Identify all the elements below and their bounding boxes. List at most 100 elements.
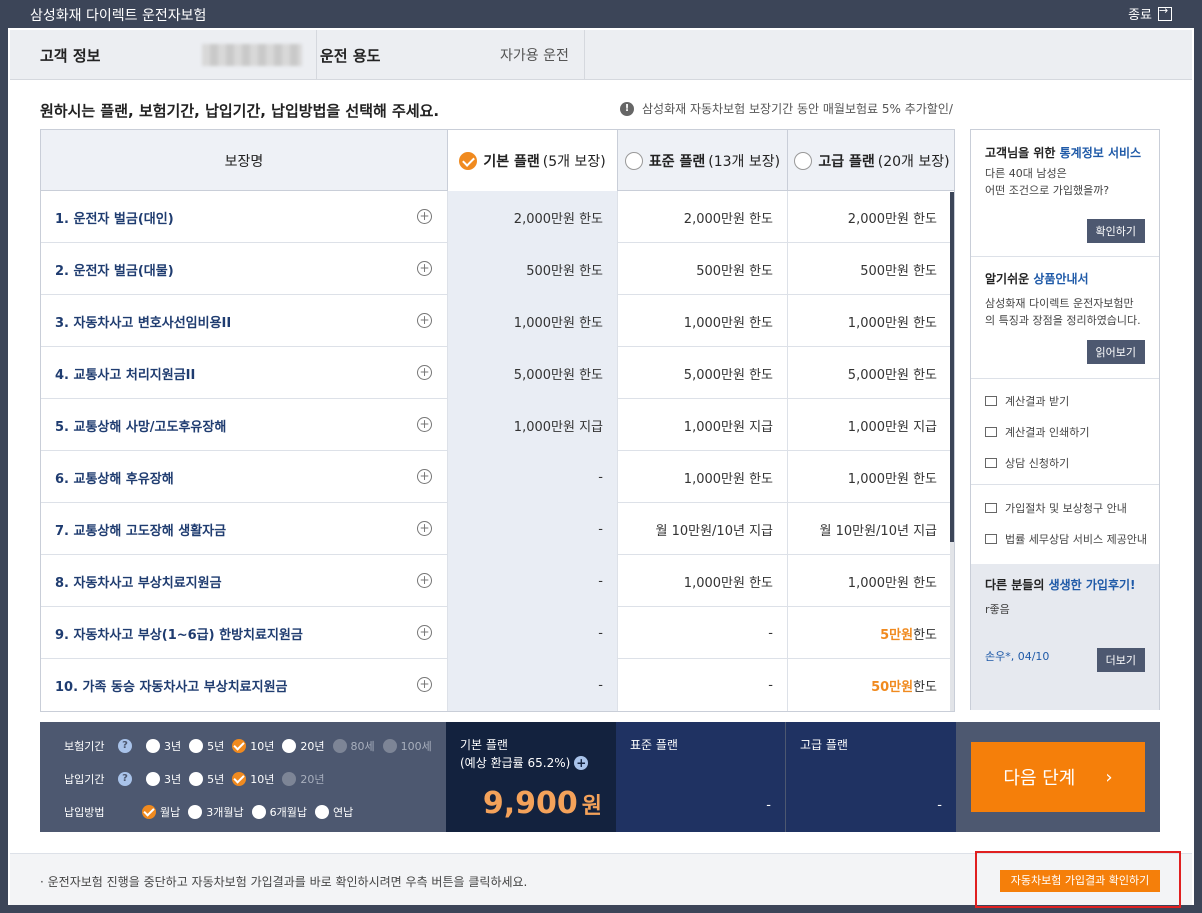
expand-plus-icon[interactable]: + [417,313,432,328]
table-row: 1. 운전자 벌금(대인) + 2,000만원 한도 2,000만원 한도 2,… [41,191,954,243]
standard-plan-summary[interactable]: 표준 플랜 - [616,722,786,832]
stats-text: 다른 40대 남성은 어떤 조건으로 가입했을까? [985,165,1145,199]
expand-plus-icon[interactable]: + [417,417,432,432]
scrollbar-thumb[interactable] [950,192,954,542]
plus-icon[interactable]: + [574,756,589,770]
link-label: 계산결과 받기 [1005,395,1070,408]
product-text-line: 의 특징과 장점을 정리하였습니다. [985,314,1141,327]
expand-plus-icon[interactable]: + [417,625,432,640]
coverage-name[interactable]: 3. 자동차사고 변호사선임비용II [41,295,447,347]
plan-standard-tab[interactable]: 표준 플랜 (13개 보장) [617,130,787,191]
radio-icon [794,151,813,170]
next-step-button[interactable]: 다음 단계 › [971,742,1145,812]
basic-value: - [447,451,617,503]
advanced-plan-summary[interactable]: 고급 플랜 - [786,722,956,832]
more-reviews-button[interactable]: 더보기 [1096,648,1145,672]
link-print-result[interactable]: 계산결과 인쇄하기 [985,424,1089,440]
coverage-name[interactable]: 6. 교통상해 후유장해 [41,451,447,503]
table-scrollbar[interactable] [950,192,954,711]
standard-value: 5,000만원 한도 [683,367,773,383]
radio-checked-icon[interactable] [142,805,156,819]
footer-text: · 운전자보험 진행을 중단하고 자동차보험 가입결과를 바로 확인하시려면 우… [40,875,528,889]
radio-icon[interactable] [189,739,204,753]
exit-icon [1158,4,1172,21]
option-text[interactable]: 연납 [333,804,353,820]
advanced-value: 1,000만원 지급 [847,419,937,435]
radio-icon [624,151,643,170]
advanced-plan-price: - [937,798,942,813]
link-consult-request[interactable]: 상담 신청하기 [985,455,1069,471]
help-icon[interactable]: ? [118,772,132,786]
option-label: 납입기간 [64,773,105,786]
basic-value: 1,000만원 한도 [447,295,617,347]
basic-plan-price: 9,900 원 [483,786,602,821]
summary-plan-label: 기본 플랜 (예상 환급률 65.2%) + [460,736,589,772]
radio-icon[interactable] [251,805,266,819]
standard-value: 1,000만원 지급 [683,419,773,435]
basic-plan-summary[interactable]: 기본 플랜 (예상 환급률 65.2%) + 9,900 원 [446,722,616,832]
window-title: 삼성화재 다이렉트 운전자보험 [30,8,207,24]
coverage-name[interactable]: 2. 운전자 벌금(대물) [41,243,447,295]
highlight-amount: 5만원 [880,627,914,643]
option-text[interactable]: 월납 [160,804,180,820]
expand-plus-icon[interactable]: + [417,677,432,692]
table-row: 6. 교통상해 후유장해 + - 1,000만원 한도 1,000만원 한도 [41,451,954,503]
radio-icon[interactable] [314,805,329,819]
option-text[interactable]: 5년 [207,738,224,754]
title-bar: 삼성화재 다이렉트 운전자보험 종료 [0,0,1202,28]
coverage-name[interactable]: 9. 자동차사고 부상(1~6급) 한방치료지원금 [41,607,447,659]
option-text[interactable]: 20년 [300,738,324,754]
basic-value: 2,000만원 한도 [447,191,617,243]
coverage-name[interactable]: 8. 자동차사고 부상치료지원금 [41,555,447,607]
expand-plus-icon[interactable]: + [417,261,432,276]
expand-plus-icon[interactable]: + [417,209,432,224]
option-text[interactable]: 5년 [207,771,224,787]
coverage-name[interactable]: 1. 운전자 벌금(대인) [41,191,447,243]
link-join-guide[interactable]: 가입절차 및 보상청구 안내 [985,500,1127,516]
expand-plus-icon[interactable]: + [417,573,432,588]
option-text[interactable]: 6개월납 [270,804,307,820]
plan-basic-tab[interactable]: 기본 플랜 (5개 보장) [447,130,617,191]
plan-advanced-tab[interactable]: 고급 플랜 (20개 보장) [787,130,954,191]
info-icon: ! [620,101,634,116]
coverage-name[interactable]: 4. 교통사고 처리지원금II [41,347,447,399]
expand-plus-icon[interactable]: + [417,365,432,380]
expand-plus-icon[interactable]: + [417,469,432,484]
expand-plus-icon[interactable]: + [417,521,432,536]
review-text: r좋음 [985,603,1010,616]
document-icon [985,503,997,513]
option-text[interactable]: 10년 [250,738,274,754]
stats-service-box: 고객님을 위한 통계정보 서비스 다른 40대 남성은 어떤 조건으로 가입했을까… [971,144,1159,199]
option-text[interactable]: 10년 [250,771,274,787]
price-currency: 원 [581,794,602,819]
product-read-button[interactable]: 읽어보기 [1086,340,1145,364]
customer-info-label: 고객 정보 [40,46,101,65]
radio-icon[interactable] [146,772,160,786]
divider [971,256,1159,257]
option-text[interactable]: 3년 [164,771,181,787]
option-text[interactable]: 3개월납 [206,804,243,820]
help-icon[interactable]: ? [118,739,132,753]
radio-checked-icon[interactable] [232,772,247,786]
standard-value: 1,000만원 한도 [683,315,773,331]
link-receive-result[interactable]: 계산결과 받기 [985,393,1069,409]
link-legal-service[interactable]: 법률 세무상담 서비스 제공안내 [985,531,1147,547]
option-text[interactable]: 3년 [164,738,181,754]
radio-icon[interactable] [188,805,203,819]
option-text: 20년 [300,773,325,786]
radio-checked-icon[interactable] [232,739,247,753]
coverage-name[interactable]: 10. 가족 동승 자동차사고 부상치료지원금 [41,659,447,711]
car-insurance-result-button[interactable]: 자동차보험 가입결과 확인하기 [1000,870,1160,892]
stats-confirm-button[interactable]: 확인하기 [1086,219,1145,243]
link-label: 가입절차 및 보상청구 안내 [1005,502,1127,515]
advanced-value: 5만원 한도 [787,607,947,659]
coverage-name[interactable]: 5. 교통상해 사망/고도후유장해 [41,399,447,451]
radio-icon[interactable] [189,772,204,786]
radio-icon[interactable] [282,739,297,753]
exit-button[interactable]: 종료 [1128,4,1172,23]
table-row: 8. 자동차사고 부상치료지원금 + - 1,000만원 한도 1,000만원 … [41,555,954,607]
coverage-name[interactable]: 7. 교통상해 고도장해 생활자금 [41,503,447,555]
main-panel: 고객 정보 운전 용도 자가용 운전 원하시는 플랜, 보험기간, 납입기간, … [8,28,1194,908]
product-heading-b: 상품안내서 [1033,272,1089,286]
radio-icon[interactable] [146,739,160,753]
